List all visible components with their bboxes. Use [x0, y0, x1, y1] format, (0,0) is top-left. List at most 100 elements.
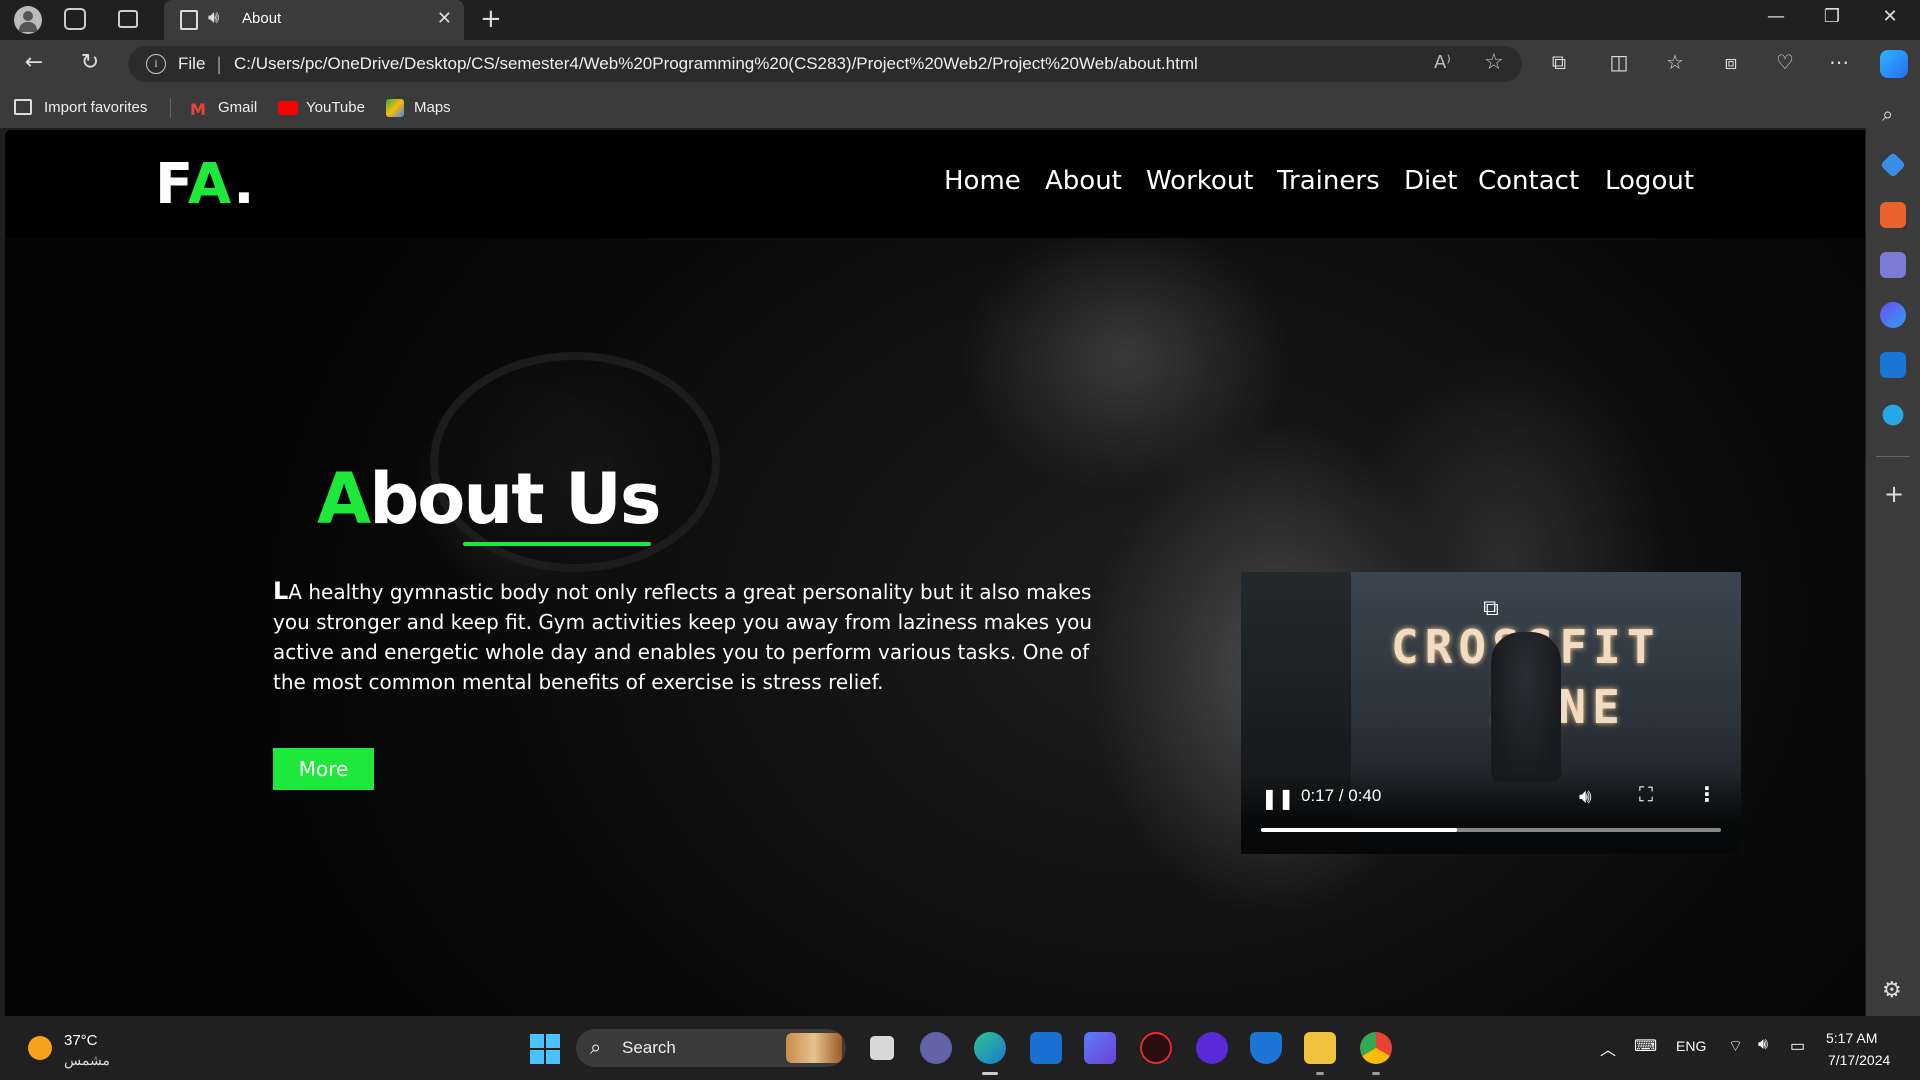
maps-icon [386, 99, 404, 117]
paragraph-text: A healthy gymnastic body not only reflec… [273, 580, 1093, 694]
defender-icon[interactable] [1250, 1032, 1282, 1064]
copilot-taskbar-icon[interactable] [1084, 1032, 1116, 1064]
tab-strip: 🔊︎ About ✕ + — ❐ ✕ [0, 0, 1920, 40]
read-aloud-icon[interactable]: A⁾ [1434, 52, 1451, 73]
picture-in-picture-icon[interactable]: ⧉ [1476, 596, 1506, 626]
microsoft-365-icon[interactable] [1880, 302, 1906, 328]
address-bar[interactable]: i File | C:/Users/pc/OneDrive/Desktop/CS… [128, 46, 1522, 82]
chrome-icon[interactable] [1360, 1032, 1392, 1064]
sidebar-settings-icon[interactable]: ⚙ [1882, 978, 1902, 1003]
heading-rest: bout Us [369, 458, 661, 540]
nav-logout[interactable]: Logout [1605, 166, 1694, 196]
nav-contact[interactable]: Contact [1478, 166, 1579, 196]
sidebar-divider [1876, 456, 1910, 457]
video-time: 0:17 / 0:40 [1301, 786, 1382, 805]
start-icon[interactable] [530, 1034, 560, 1064]
edge-icon[interactable] [974, 1032, 1006, 1064]
favorite-maps[interactable]: Maps [414, 99, 451, 116]
pause-icon[interactable]: ❚❚ [1261, 786, 1295, 810]
refresh-button[interactable]: ↻ [74, 50, 106, 75]
tab-actions-icon[interactable] [118, 10, 138, 28]
more-button[interactable]: More [273, 748, 374, 790]
weather-condition[interactable]: مشمس [64, 1052, 110, 1069]
favorite-import[interactable]: Import favorites [44, 99, 147, 116]
video-controls: ❚❚ 0:17 / 0:40 🔊︎ ⛶ ⋮ [1241, 772, 1741, 854]
url-text[interactable]: C:/Users/pc/OneDrive/Desktop/CS/semester… [234, 54, 1198, 74]
speaker-icon[interactable]: 🔊︎ [1758, 1036, 1768, 1054]
collections-icon[interactable]: ⧈ [1716, 50, 1746, 74]
favorites-icon[interactable]: ☆ [1660, 50, 1690, 74]
nav-about[interactable]: About [1045, 166, 1122, 196]
edge-active-indicator [982, 1072, 998, 1075]
app-icon-purple[interactable] [1196, 1032, 1228, 1064]
search-sidebar-icon[interactable]: ⌕ [1882, 102, 1893, 126]
file-explorer-icon[interactable] [1304, 1032, 1336, 1064]
minimize-button[interactable]: — [1756, 6, 1796, 27]
close-window-button[interactable]: ✕ [1870, 6, 1910, 27]
nav-diet[interactable]: Diet [1404, 166, 1457, 196]
weather-temp[interactable]: 37°C [64, 1032, 98, 1049]
clock-date[interactable]: 7/17/2024 [1828, 1052, 1890, 1068]
restore-button[interactable]: ❐ [1812, 6, 1852, 27]
new-tab-button[interactable]: + [480, 4, 502, 34]
tools-icon[interactable] [1880, 202, 1906, 228]
split-screen-icon[interactable]: ◫ [1604, 50, 1634, 74]
profile-icon[interactable] [14, 6, 42, 34]
teams-icon[interactable] [920, 1032, 952, 1064]
copilot-icon[interactable] [1880, 50, 1908, 78]
volume-icon[interactable]: 🔊︎ [1579, 784, 1592, 808]
favorite-star-icon[interactable]: ☆ [1484, 50, 1504, 75]
telegram-icon[interactable] [1882, 404, 1904, 426]
info-icon[interactable]: i [146, 54, 166, 74]
scheme-label: File [178, 54, 206, 73]
tab-about[interactable]: 🔊︎ About ✕ [164, 0, 464, 40]
about-heading: About Us [317, 458, 662, 540]
nav-trainers[interactable]: Trainers [1277, 166, 1380, 196]
extensions-icon[interactable]: ⧉ [1544, 50, 1574, 74]
heading-underline [463, 542, 651, 546]
separator: | [216, 54, 223, 75]
language-indicator[interactable]: ENG [1676, 1038, 1706, 1054]
wifi-icon[interactable]: ⌔ [1728, 1036, 1743, 1056]
outlook-icon[interactable] [1880, 352, 1906, 378]
show-hidden-icons[interactable]: ︿ [1600, 1036, 1616, 1060]
favorite-youtube[interactable]: YouTube [306, 99, 365, 116]
workspaces-icon[interactable] [64, 8, 86, 30]
favorites-divider [170, 98, 171, 118]
search-label: Search [622, 1038, 676, 1057]
chrome-indicator [1372, 1072, 1380, 1075]
edge-sidebar: ⌕ + ⚙ [1866, 88, 1920, 1016]
audio-playing-icon[interactable]: 🔊︎ [208, 7, 226, 28]
favorite-gmail[interactable]: Gmail [218, 99, 257, 116]
video-progress-bar[interactable] [1261, 828, 1721, 832]
nav-home[interactable]: Home [944, 166, 1021, 196]
video-more-icon[interactable]: ⋮ [1697, 782, 1717, 806]
add-sidebar-icon[interactable]: + [1884, 480, 1904, 508]
weather-sun-icon[interactable] [28, 1036, 52, 1060]
back-button[interactable]: ← [18, 50, 50, 75]
heading-accent-letter: A [317, 458, 371, 540]
logo-letter-a: A [187, 152, 234, 217]
video-progress-fill [1261, 828, 1457, 832]
task-view-icon[interactable] [870, 1036, 894, 1060]
favorites-bar: Import favorites M Gmail YouTube Maps [0, 88, 1920, 128]
games-icon[interactable] [1880, 252, 1906, 278]
taskbar-search[interactable]: ⌕ Search [576, 1029, 846, 1067]
close-tab-icon[interactable]: ✕ [437, 8, 452, 29]
taskbar: 37°C مشمس ⌕ Search ︿ ⌨ ENG ⌔ 🔊︎ ▭ 5:17 A… [0, 1016, 1920, 1080]
nav-workout[interactable]: Workout [1146, 166, 1254, 196]
browser-essentials-icon[interactable]: ♡ [1770, 50, 1800, 74]
mail-icon[interactable] [1030, 1032, 1062, 1064]
more-menu-icon[interactable]: ⋯ [1824, 50, 1854, 74]
youtube-icon [278, 101, 298, 115]
video-player[interactable]: CROSSFITZONE ⧉ ❚❚ 0:17 / 0:40 🔊︎ ⛶ ⋮ [1241, 572, 1741, 854]
about-paragraph: LA healthy gymnastic body not only refle… [273, 576, 1093, 697]
security-app-icon[interactable] [1140, 1032, 1172, 1064]
site-logo[interactable]: FA. [155, 152, 256, 217]
keyboard-icon[interactable]: ⌨ [1634, 1036, 1657, 1056]
clock-time[interactable]: 5:17 AM [1826, 1030, 1877, 1046]
fullscreen-icon[interactable]: ⛶ [1639, 782, 1653, 806]
shopping-icon[interactable] [1880, 152, 1906, 178]
battery-icon[interactable]: ▭ [1790, 1036, 1805, 1056]
page-viewport: FA. Home About Workout Trainers Diet Con… [5, 130, 1865, 1016]
